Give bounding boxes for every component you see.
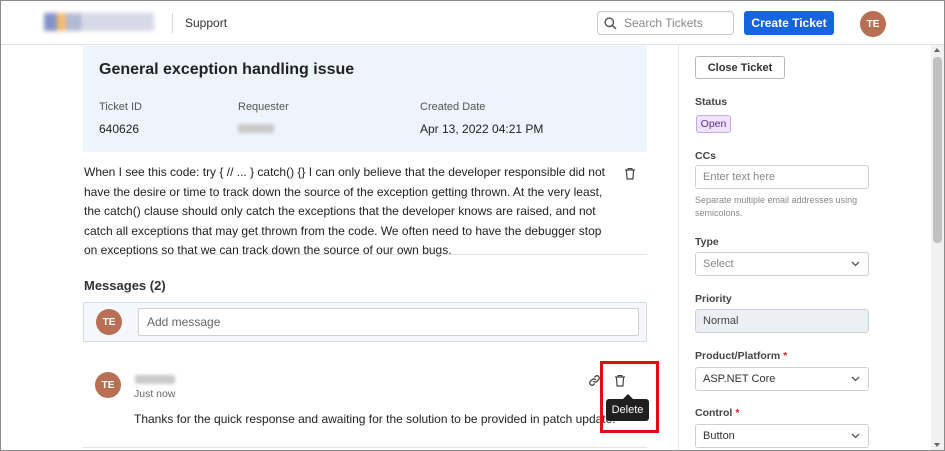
chevron-down-icon [851, 376, 860, 382]
company-logo[interactable] [44, 13, 154, 31]
chevron-down-icon [851, 433, 860, 439]
search-icon [604, 17, 617, 30]
priority-value: Normal [703, 315, 739, 327]
control-label-text: Control [695, 407, 733, 419]
ticket-id-value: 640626 [99, 122, 140, 136]
add-message-box: TE [83, 302, 647, 342]
type-select-value: Select [703, 258, 734, 270]
chevron-down-icon [851, 261, 860, 267]
avatar: TE [96, 309, 122, 335]
control-value: Button [703, 430, 735, 442]
delete-tooltip: Delete [606, 394, 649, 421]
scroll-down-arrow[interactable] [934, 443, 940, 447]
ticket-info-panel: General exception handling issue Ticket … [83, 46, 647, 152]
scroll-up-arrow[interactable] [934, 48, 940, 52]
product-platform-label-text: Product/Platform [695, 350, 781, 362]
scroll-thumb[interactable] [933, 57, 942, 243]
messages-heading: Messages (2) [84, 278, 166, 293]
close-ticket-button[interactable]: Close Ticket [695, 56, 785, 79]
message-timestamp: Just now [134, 388, 176, 400]
ccs-label: CCs [695, 150, 717, 162]
user-avatar[interactable]: TE [860, 11, 886, 37]
requester-name-redacted [238, 124, 274, 133]
requester-label: Requester [238, 101, 289, 113]
status-label: Status [695, 96, 728, 108]
type-label: Type [695, 236, 719, 248]
status-badge: Open [696, 115, 731, 133]
message-author-avatar: TE [95, 372, 121, 398]
add-message-input[interactable] [138, 308, 639, 336]
ticket-id-label: Ticket ID [99, 101, 142, 113]
message-divider [83, 447, 647, 448]
top-navbar: Support Create Ticket TE [1, 1, 944, 45]
required-mark: * [735, 407, 740, 419]
type-select[interactable]: Select [695, 252, 869, 276]
product-platform-value: ASP.NET Core [703, 373, 776, 385]
trash-icon[interactable] [624, 167, 636, 185]
priority-label: Priority [695, 293, 732, 305]
page-scrollbar[interactable] [931, 45, 944, 450]
section-divider [83, 254, 647, 255]
create-ticket-button[interactable]: Create Ticket [744, 11, 834, 35]
message-text: Thanks for the quick response and awaiti… [134, 412, 616, 426]
created-date-value: Apr 13, 2022 04:21 PM [420, 122, 544, 136]
ccs-hint: Separate multiple email addresses using … [695, 195, 858, 218]
ccs-input[interactable] [703, 171, 863, 183]
ccs-field[interactable] [695, 165, 869, 189]
ticket-title: General exception handling issue [99, 61, 355, 78]
created-date-label: Created Date [420, 101, 486, 113]
required-mark: * [783, 350, 788, 362]
app-name: Support [185, 16, 228, 30]
product-platform-label: Product/Platform * [695, 350, 787, 362]
app-window: Support Create Ticket TE General excepti… [0, 0, 945, 451]
ticket-description: When I see this code: try { // ... } cat… [84, 165, 605, 257]
header-divider [172, 13, 173, 33]
control-label: Control * [695, 407, 739, 419]
search-input[interactable] [624, 15, 729, 31]
trash-icon[interactable] [614, 374, 626, 392]
product-platform-select[interactable]: ASP.NET Core [695, 367, 869, 391]
search-box[interactable] [597, 11, 734, 35]
priority-field: Normal [695, 309, 869, 333]
control-select[interactable]: Button [695, 424, 869, 448]
message-author-redacted [135, 375, 175, 384]
